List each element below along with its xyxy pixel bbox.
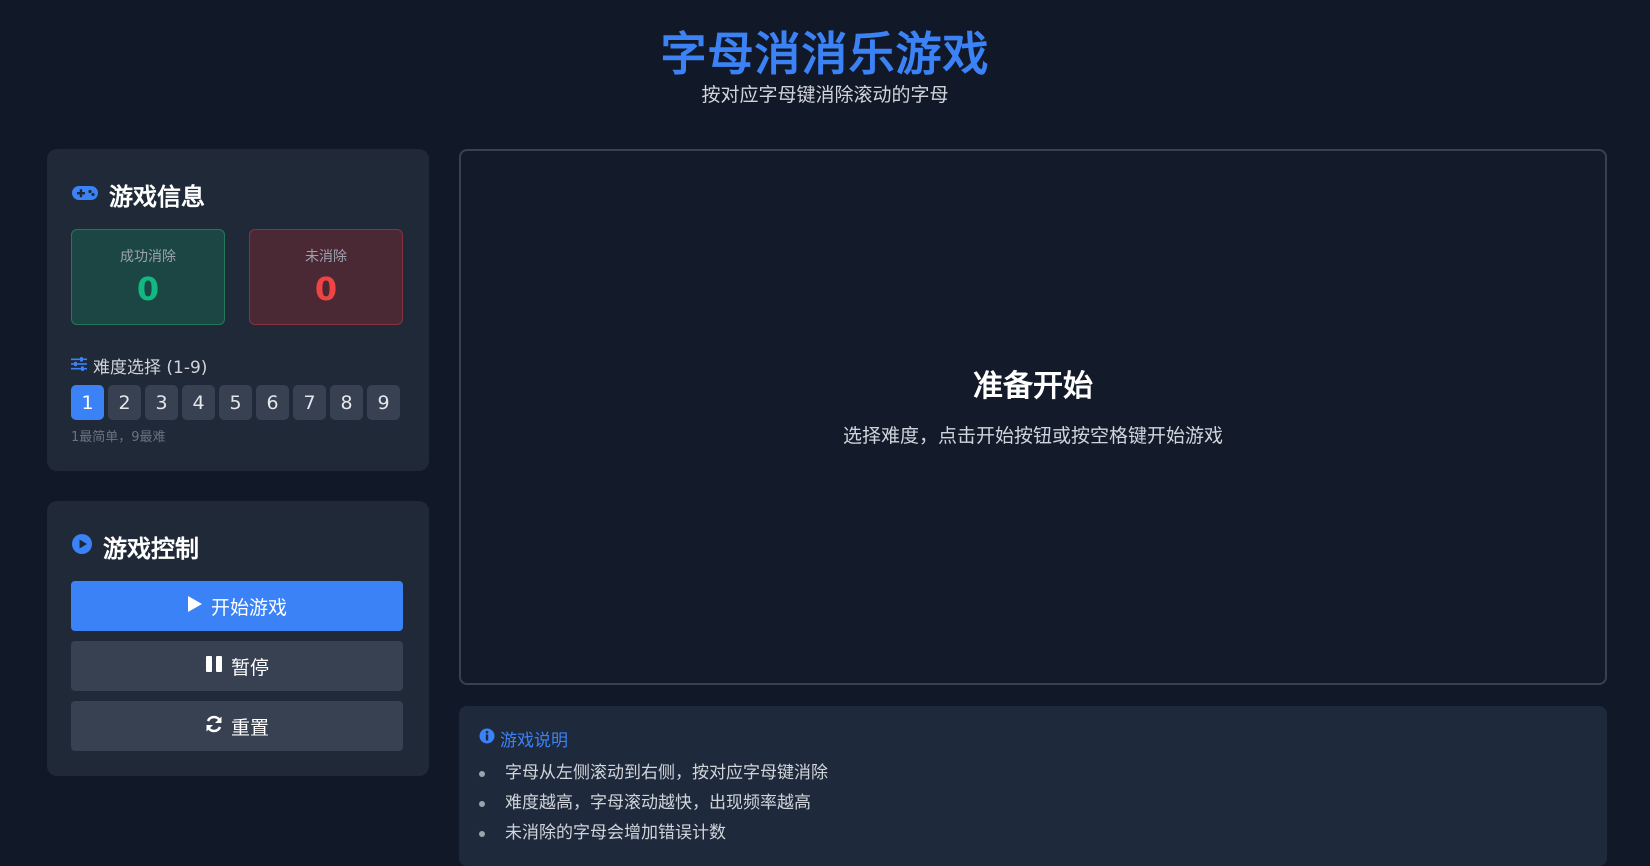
start-game-button[interactable]: 开始游戏 bbox=[71, 581, 403, 631]
difficulty-hint: 1最简单，9最难 bbox=[71, 430, 166, 445]
game-info-panel: 游戏信息 成功消除 0 未消除 0 难度选择 (1-9) 1 2 3 4 5 6… bbox=[47, 149, 429, 471]
pause-label: 暂停 bbox=[230, 656, 269, 679]
instruction-item: 未消除的字母会增加错误计数 bbox=[479, 818, 828, 848]
difficulty-option-2[interactable]: 2 bbox=[108, 385, 141, 420]
instruction-item: 字母从左侧滚动到右侧，按对应字母键消除 bbox=[479, 758, 828, 788]
instructions-title-text: 游戏说明 bbox=[500, 731, 568, 751]
sliders-icon bbox=[71, 356, 87, 376]
missed-count-card: 未消除 0 bbox=[249, 229, 403, 325]
reset-label: 重置 bbox=[230, 716, 269, 739]
reset-button[interactable]: 重置 bbox=[71, 701, 403, 751]
instructions-title: 游戏说明 bbox=[479, 726, 568, 751]
difficulty-label-text: 难度选择 (1-9) bbox=[93, 358, 208, 378]
difficulty-option-9[interactable]: 9 bbox=[367, 385, 400, 420]
game-info-title: 游戏信息 bbox=[71, 177, 205, 212]
success-count-card: 成功消除 0 bbox=[71, 229, 225, 325]
page-subtitle: 按对应字母键消除滚动的字母 bbox=[701, 84, 949, 106]
difficulty-option-6[interactable]: 6 bbox=[256, 385, 289, 420]
difficulty-option-5[interactable]: 5 bbox=[219, 385, 252, 420]
instructions-panel: 游戏说明 字母从左侧滚动到右侧，按对应字母键消除 难度越高，字母滚动越快，出现频… bbox=[459, 706, 1607, 866]
gamepad-icon bbox=[71, 181, 99, 209]
play-icon bbox=[187, 595, 203, 618]
success-count-value: 0 bbox=[136, 270, 160, 308]
difficulty-option-8[interactable]: 8 bbox=[330, 385, 363, 420]
difficulty-option-3[interactable]: 3 bbox=[145, 385, 178, 420]
difficulty-option-4[interactable]: 4 bbox=[182, 385, 215, 420]
missed-count-value: 0 bbox=[314, 270, 338, 308]
difficulty-label: 难度选择 (1-9) bbox=[71, 353, 207, 378]
difficulty-option-1[interactable]: 1 bbox=[71, 385, 104, 420]
game-control-title: 游戏控制 bbox=[71, 529, 199, 564]
refresh-icon bbox=[205, 715, 223, 738]
difficulty-selector: 1 2 3 4 5 6 7 8 9 bbox=[71, 385, 400, 420]
info-circle-icon bbox=[479, 728, 495, 749]
play-circle-icon bbox=[71, 533, 93, 561]
instructions-list: 字母从左侧滚动到右侧，按对应字母键消除 难度越高，字母滚动越快，出现频率越高 未… bbox=[479, 758, 828, 848]
game-control-label: 游戏控制 bbox=[103, 535, 199, 563]
pause-button[interactable]: 暂停 bbox=[71, 641, 403, 691]
ready-title: 准备开始 bbox=[973, 369, 1093, 404]
start-game-label: 开始游戏 bbox=[210, 596, 287, 619]
pause-icon bbox=[205, 655, 223, 678]
difficulty-option-7[interactable]: 7 bbox=[293, 385, 326, 420]
ready-subtitle: 选择难度，点击开始按钮或按空格键开始游戏 bbox=[842, 425, 1223, 447]
game-info-label: 游戏信息 bbox=[109, 183, 205, 211]
missed-count-label: 未消除 bbox=[305, 249, 347, 265]
success-count-label: 成功消除 bbox=[120, 249, 176, 265]
instruction-item: 难度越高，字母滚动越快，出现频率越高 bbox=[479, 788, 828, 818]
game-area[interactable]: 准备开始 选择难度，点击开始按钮或按空格键开始游戏 bbox=[459, 149, 1607, 685]
page-title: 字母消消乐游戏 bbox=[660, 27, 990, 81]
game-control-panel: 游戏控制 开始游戏 暂停 重置 bbox=[47, 501, 429, 776]
